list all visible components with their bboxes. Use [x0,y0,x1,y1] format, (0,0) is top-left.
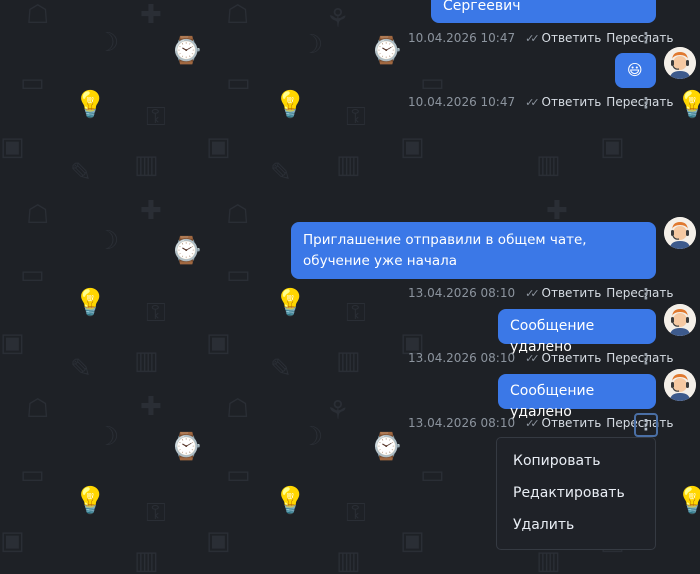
message-text: Приглашение отправили в общем чате, обуч… [303,232,587,269]
avatar [664,47,696,79]
double-check-icon: ✓✓ [525,416,540,430]
message-text: Сергеевич [443,0,521,14]
menu-item-copy[interactable]: Копировать [497,450,655,482]
message-meta: 13.04.2026 08:10 ✓✓ Ответить Переслать [408,350,673,366]
message-time: 13.04.2026 08:10 [408,416,516,430]
message-time: 13.04.2026 08:10 [408,286,516,300]
message-bubble[interactable]: 😃 [615,53,656,88]
message-meta: 10.04.2026 10:47 ✓✓ Ответить Переслать [408,94,673,110]
menu-item-edit[interactable]: Редактировать [497,482,655,514]
kebab-icon[interactable]: ⋮ [636,349,656,369]
double-check-icon: ✓✓ [525,31,540,45]
avatar [664,304,696,336]
message-context-menu: Копировать Редактировать Удалить [496,437,656,550]
double-check-icon: ✓✓ [525,351,540,365]
reply-link[interactable]: Ответить [542,416,602,430]
kebab-icon[interactable]: ⋮ [634,413,658,437]
message-time: 13.04.2026 08:10 [408,351,516,365]
double-check-icon: ✓✓ [525,95,540,109]
reply-link[interactable]: Ответить [542,95,602,109]
reply-link[interactable]: Ответить [542,31,602,45]
message-bubble[interactable]: Сообщение удалено [498,309,656,355]
avatar [664,217,696,249]
message-bubble[interactable]: Сергеевич [431,0,656,23]
message-bubble[interactable]: Приглашение отправили в общем чате, обуч… [291,222,656,279]
menu-item-delete[interactable]: Удалить [497,514,655,546]
avatar [664,369,696,401]
message-emoji: 😃 [627,61,643,79]
message-bubble[interactable]: Сообщение удалено [498,374,656,420]
kebab-icon[interactable]: ⋮ [636,93,656,113]
message-time: 10.04.2026 10:47 [408,31,516,45]
reply-link[interactable]: Ответить [542,286,602,300]
kebab-icon[interactable]: ⋮ [636,28,656,48]
message-time: 10.04.2026 10:47 [408,95,516,109]
message-meta: 13.04.2026 08:10 ✓✓ Ответить Переслать [408,285,673,301]
message-meta: 10.04.2026 10:47 ✓✓ Ответить Переслать [408,30,673,46]
kebab-icon[interactable]: ⋮ [636,284,656,304]
reply-link[interactable]: Ответить [542,351,602,365]
double-check-icon: ✓✓ [525,286,540,300]
